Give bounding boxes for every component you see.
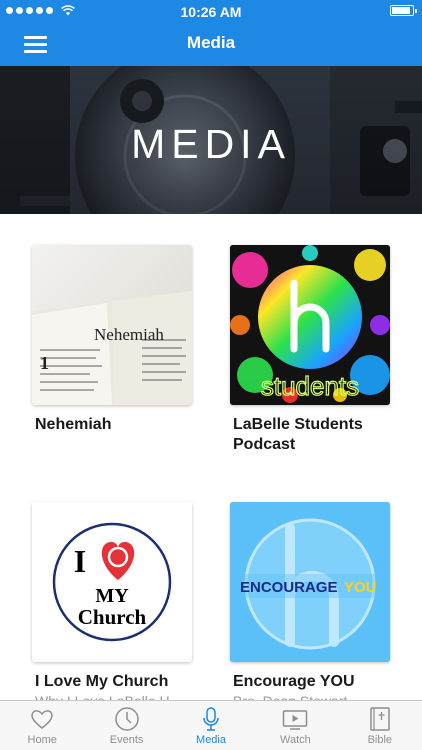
you-text: YOU [344,579,377,596]
status-time: 10:26 AM [180,4,242,20]
clock-icon [114,707,139,731]
tab-bible[interactable]: Bible [338,701,422,750]
tab-events[interactable]: Events [84,701,168,750]
media-grid: Nehemiah 1 Nehemiah students LaBelle Stu… [0,214,422,700]
encourage-you-thumbnail: ENCOURAGE YOU [230,502,390,662]
card-subtitle: Bro. Dean Stewart [230,692,390,700]
card-title: I Love My Church [35,673,169,690]
students-thumbnail: students [230,245,390,405]
tab-media[interactable]: Media [169,701,253,750]
tab-bar: Home Events Media Watch Bible [0,700,422,750]
hero-banner: MEDIA [0,66,422,214]
tab-label: Media [196,734,226,746]
nehemiah-thumbnail: Nehemiah 1 [32,245,192,405]
tab-home[interactable]: Home [0,701,84,750]
navigation-bar: Media [0,22,422,66]
tab-label: Bible [367,734,393,746]
status-bar: 10:26 AM [0,0,422,22]
my-text: MY [95,585,129,607]
battery-icon [390,5,417,16]
play-icon [283,710,308,730]
card-title: Encourage YOU [233,673,355,690]
tab-watch[interactable]: Watch [253,701,337,750]
card-subtitle: Why I Love LaBelle H [32,692,192,700]
page-title: Media [186,33,236,52]
tab-label: Watch [280,734,311,746]
i-text: I [74,543,86,579]
media-card-encourage-you[interactable]: ENCOURAGE YOU Encourage YOU Bro. Dean St… [230,502,390,700]
church-text: Church [78,605,147,629]
card-title: LaBelle Students Podcast [233,416,363,453]
encourage-text: ENCOURAGE [240,579,338,596]
media-card-nehemiah[interactable]: Nehemiah 1 Nehemiah [32,245,192,435]
svg-text:1: 1 [40,353,49,373]
media-card-labelle-students[interactable]: students LaBelle Students Podcast [230,245,390,455]
tab-label: Events [109,734,144,746]
hero-title: MEDIA [131,121,291,167]
media-card-i-love-my-church[interactable]: I MY Church I Love My Church Why I Love … [32,502,192,700]
students-thumb-text: students [261,371,359,401]
book-icon [370,707,390,731]
heart-icon [31,710,53,729]
microphone-icon [203,707,219,731]
nehemiah-thumb-text: Nehemiah [94,325,164,344]
card-title: Nehemiah [35,416,112,433]
tab-label: Home [27,734,57,746]
i-love-my-church-thumbnail: I MY Church [32,502,192,662]
